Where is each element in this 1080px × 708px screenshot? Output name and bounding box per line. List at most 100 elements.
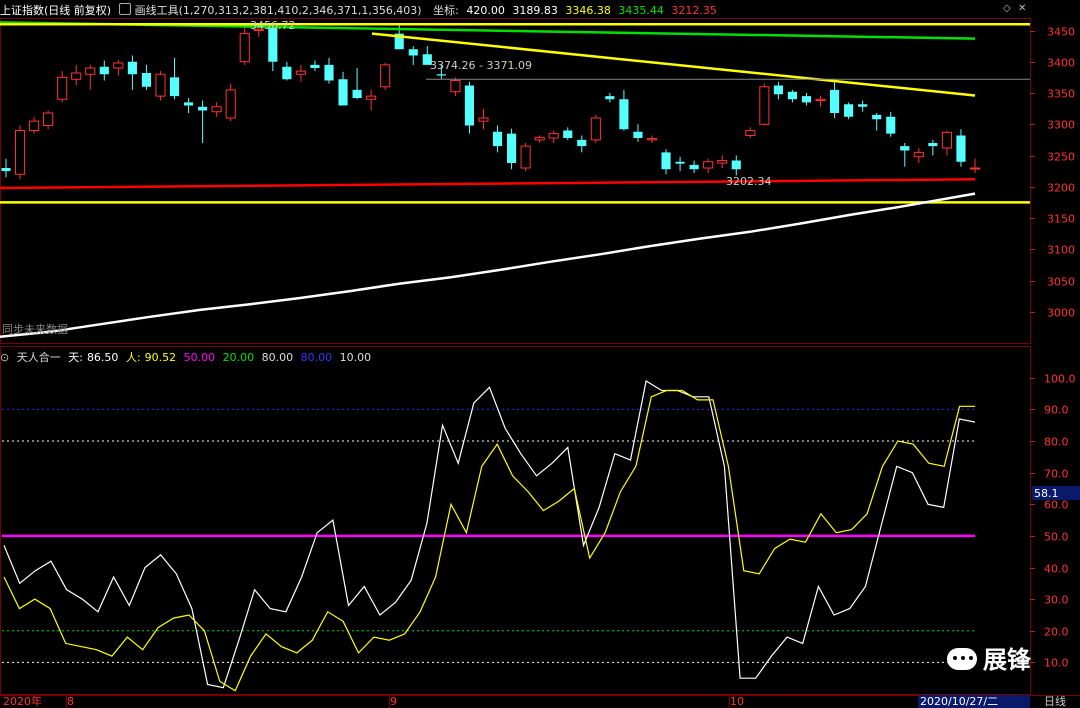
candle-body	[99, 66, 109, 75]
candle-body	[450, 80, 461, 93]
candle	[85, 64, 96, 90]
candle-body	[127, 61, 137, 75]
candle-body	[913, 151, 924, 158]
candle-body	[941, 131, 952, 149]
candle	[141, 64, 151, 90]
price-tick-label: 3050	[1047, 276, 1075, 289]
price-tick-label: 3450	[1047, 26, 1075, 39]
candle	[886, 111, 896, 137]
candle-body	[956, 135, 966, 162]
candle	[703, 158, 714, 173]
candle-body	[773, 85, 783, 95]
candle-body	[759, 86, 770, 125]
candle	[113, 59, 124, 76]
candle-body	[338, 79, 348, 106]
price-tick-label: 3350	[1047, 88, 1075, 101]
candle-body	[198, 106, 208, 111]
indicator-tick-label: 100.0	[1044, 373, 1076, 386]
candle-body	[969, 167, 981, 170]
candle-body	[239, 33, 250, 63]
candle	[324, 58, 334, 84]
indicator-tick-label: 50.0	[1044, 531, 1069, 544]
candle-body	[57, 76, 68, 100]
candle-body	[169, 77, 180, 97]
candle-body	[675, 161, 685, 164]
candle-body	[858, 104, 868, 107]
candle	[563, 127, 573, 140]
candle-body	[689, 164, 699, 170]
candle-body	[605, 96, 615, 100]
candle	[619, 89, 629, 131]
candle-body	[71, 72, 82, 80]
candle-body	[29, 120, 40, 131]
candle	[548, 130, 559, 143]
candle	[464, 81, 474, 134]
candle-body	[268, 27, 278, 62]
axis-month-10: 10	[730, 695, 744, 708]
axis-period[interactable]: 日线	[1044, 694, 1066, 708]
candle	[787, 89, 797, 103]
indicator-tick-label: 90.0	[1044, 404, 1069, 417]
candle	[956, 129, 966, 167]
price-tick-label: 3150	[1047, 213, 1075, 226]
candle-body	[380, 64, 391, 88]
candle	[1, 158, 11, 178]
candle	[858, 100, 868, 112]
candle	[872, 113, 882, 131]
white-trend-line	[0, 192, 976, 339]
candle	[295, 64, 306, 82]
candle	[408, 46, 418, 65]
candle-body	[590, 117, 601, 141]
candle-body	[155, 73, 166, 97]
chart-canvas[interactable]: 3000 3050 3100 3150 3200 3250 3300 3350 3400 3450…	[0, 0, 1080, 708]
indicator-tick-label: 80.0	[1044, 436, 1069, 449]
candle	[14, 125, 26, 180]
candle-body	[211, 106, 222, 113]
candle	[590, 114, 601, 143]
axis-month-8: 8	[67, 695, 74, 708]
candle-body	[295, 70, 306, 75]
candle	[830, 79, 840, 118]
axis-month-9: 9	[390, 695, 397, 708]
candle-body	[534, 136, 545, 141]
price-tick-label: 3250	[1047, 151, 1075, 164]
candle	[844, 102, 854, 120]
candle-body	[366, 95, 377, 100]
candle-body	[661, 152, 671, 170]
time-axis: 2020年 8 9 10 2020/10/27/二 日线	[3, 694, 1066, 708]
candle-body	[43, 112, 54, 126]
candle	[646, 135, 658, 143]
candle-body	[787, 91, 797, 100]
price-tick-label: 3200	[1047, 182, 1075, 195]
candle-body	[282, 66, 292, 80]
candle	[577, 135, 587, 153]
candle	[478, 108, 489, 130]
candle-body	[548, 133, 559, 139]
candle	[225, 83, 236, 122]
candle-body	[717, 160, 728, 164]
axis-year: 2020年	[3, 694, 42, 708]
candle-body	[478, 117, 489, 122]
candle	[282, 61, 292, 81]
candle	[520, 143, 531, 172]
candle-body	[225, 89, 236, 119]
watermark: 展锋	[947, 640, 1031, 675]
indicator-tick-label: 70.0	[1044, 468, 1069, 481]
candle	[492, 125, 503, 153]
candle-body	[563, 130, 573, 138]
candle-body	[464, 85, 474, 126]
candle-body	[14, 130, 26, 175]
indicator-marker-text: 58.1	[1034, 487, 1059, 500]
candle-body	[619, 99, 629, 130]
price-tick-label: 3300	[1047, 119, 1075, 132]
candle-body	[324, 64, 334, 81]
candle	[801, 93, 812, 106]
range-label: 3374.26 - 3371.09	[430, 59, 532, 72]
indicator-line-yellow	[3, 389, 975, 692]
candle	[745, 127, 756, 138]
candle-body	[310, 64, 320, 68]
candle-body	[646, 138, 658, 141]
candle	[127, 55, 137, 90]
candle	[366, 89, 377, 111]
candle-body	[492, 131, 503, 147]
